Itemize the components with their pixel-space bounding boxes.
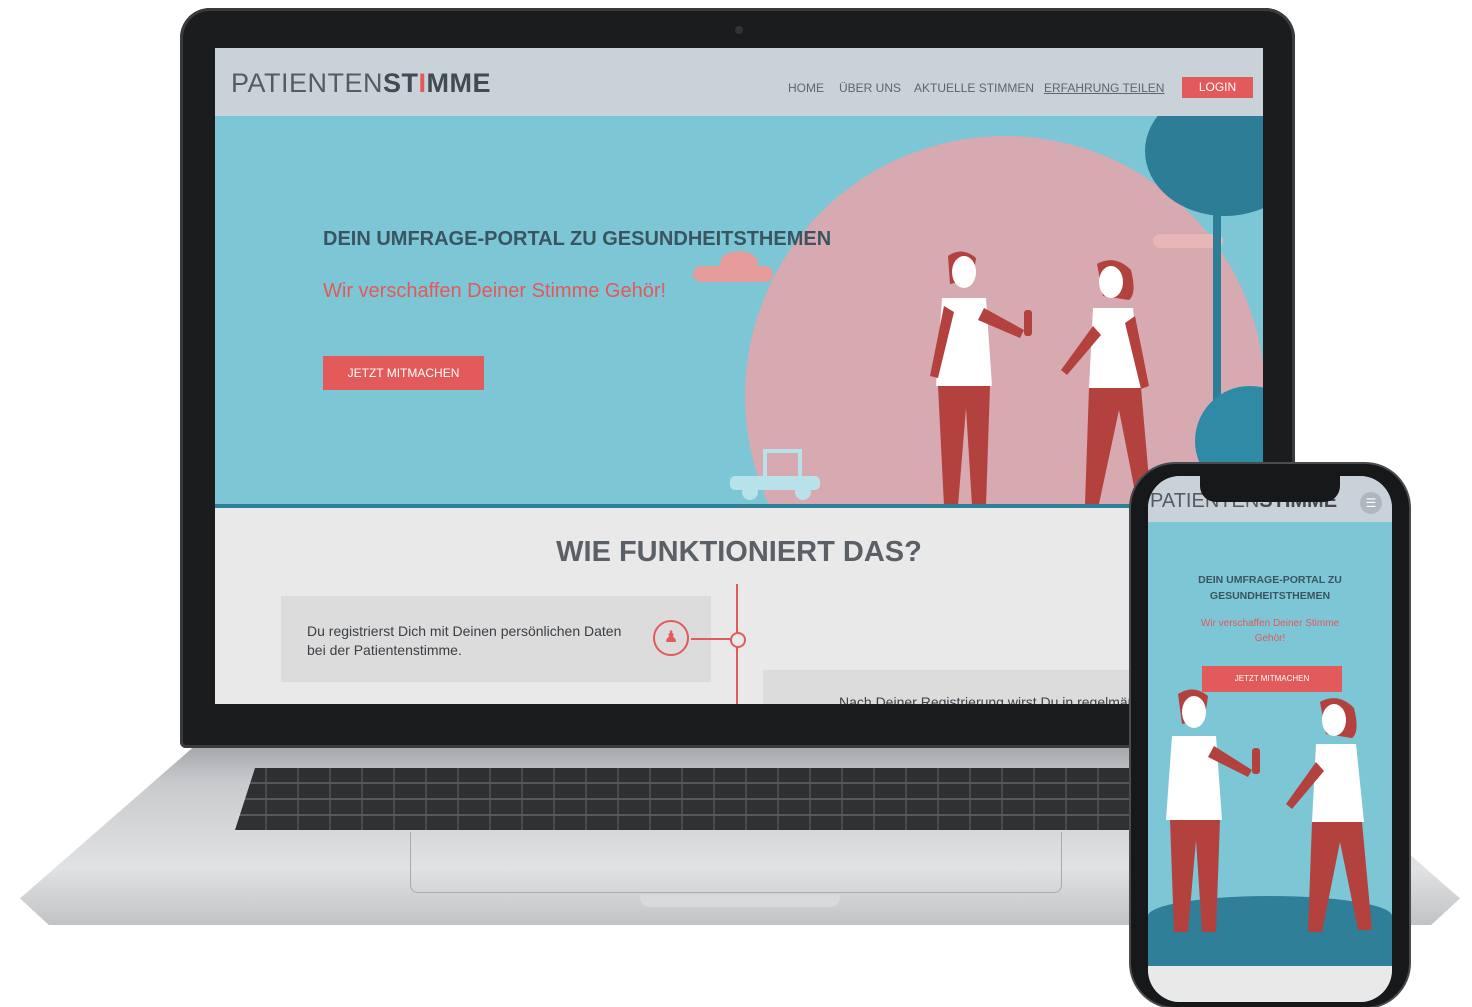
logo-light-text: PATIENTEN	[231, 68, 384, 98]
mobile-content-strip	[1148, 966, 1392, 1002]
laptop-notch	[640, 895, 840, 907]
user-doctor-icon: ♟	[653, 620, 689, 656]
woman-with-microphone-illustration	[930, 251, 1032, 506]
mobile-woman-talking-illustration	[1286, 698, 1372, 932]
hero-section: DEIN UMFRAGE-PORTAL ZU GESUNDHEITSTHEMEN…	[215, 116, 1263, 508]
laptop-camera	[735, 26, 743, 34]
nav-item-aktuelle-stimmen[interactable]: AKTUELLE STIMMEN	[914, 81, 1034, 95]
laptop-keyboard	[235, 768, 1235, 830]
nav-item-ueber-uns[interactable]: ÜBER UNS	[839, 81, 901, 95]
section-title: WIE FUNKTIONIERT DAS?	[556, 536, 922, 568]
phone-notch	[1200, 476, 1340, 502]
mobile-hero-title: DEIN UMFRAGE-PORTAL ZU GESUNDHEITSTHEMEN	[1198, 574, 1342, 602]
laptop-trackpad	[410, 832, 1062, 893]
step-text: Du registrierst Dich mit Deinen persönli…	[307, 623, 622, 658]
mobile-woman-with-microphone-illustration	[1166, 689, 1260, 932]
mobile-hero-subtitle: Wir verschaffen Deiner Stimme Gehör!	[1200, 618, 1340, 644]
nav-item-erfahrung-teilen[interactable]: ERFAHRUNG TEILEN	[1044, 81, 1164, 95]
join-now-button[interactable]: JETZT MITMACHEN	[323, 356, 484, 390]
timeline-dot	[730, 632, 746, 648]
hero-title: DEIN UMFRAGE-PORTAL ZU GESUNDHEITSTHEMEN	[323, 228, 832, 250]
nav-item-home[interactable]: HOME	[788, 81, 824, 95]
top-navigation: PATIENTENSTIMME HOME ÜBER UNS AKTUELLE S…	[215, 48, 1263, 116]
hero-divider	[215, 504, 1263, 508]
tractor-illustration	[730, 449, 820, 500]
phone-screen: PATIENTENSTIMME ☰ DEIN UMFRAGE-PORTAL ZU…	[1148, 476, 1392, 1002]
hamburger-menu-icon[interactable]: ☰	[1360, 492, 1382, 514]
login-button[interactable]: LOGIN	[1182, 77, 1253, 98]
woman-talking-illustration	[1061, 260, 1151, 504]
cloud-shape	[720, 251, 758, 275]
step-text: Nach Deiner Registrierung wirst Du in re…	[839, 694, 1137, 704]
laptop-screen: PATIENTENSTIMME HOME ÜBER UNS AKTUELLE S…	[215, 48, 1263, 704]
step-card-register: Du registrierst Dich mit Deinen persönli…	[281, 596, 711, 682]
hero-subtitle: Wir verschaffen Deiner Stimme Gehör!	[323, 280, 667, 302]
site-logo[interactable]: PATIENTENSTIMME	[231, 68, 491, 99]
logo-bold-text: STIMME	[383, 68, 492, 98]
